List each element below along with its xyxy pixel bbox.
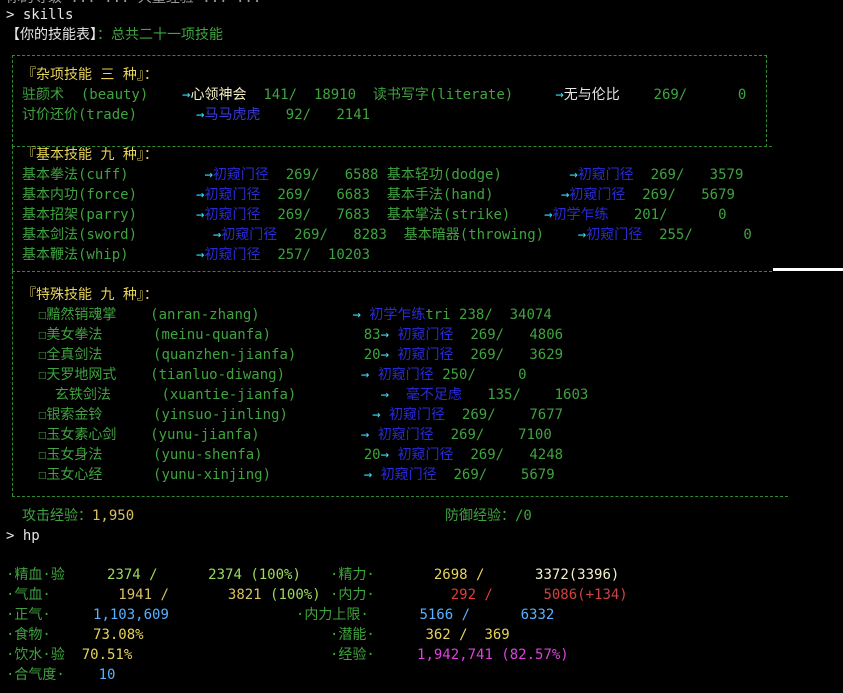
attack-exp: 攻击经验：1,950 bbox=[22, 508, 135, 524]
frame-top-line bbox=[12, 55, 767, 56]
hp-row-exp: ·经验· 1,942,741 (82.57%) bbox=[330, 647, 569, 663]
misc-row-2: 讨价还价(trade) →马马虎虎 92/ 2141 bbox=[22, 107, 371, 123]
frame-bottom-line bbox=[12, 496, 788, 497]
basic-row-3: 基本招架(parry) →初窥门径 269/ 7683 基本掌法(strike)… bbox=[22, 207, 727, 223]
basic-row-5: 基本鞭法(whip) →初窥门径 257/ 10203 bbox=[22, 247, 371, 263]
basic-skills-title: 『基本技能 九 种』： bbox=[22, 147, 158, 163]
hp-row-neili-max: ·内力上限· 5166 / 6332 bbox=[296, 607, 555, 623]
basic-row-1: 基本拳法(cuff) →初窥门径 269/ 6588 基本轻功(dodge) →… bbox=[22, 167, 744, 183]
basic-row-4: 基本剑法(sword) →初窥门径 269/ 8283 基本暗器(throwin… bbox=[22, 227, 752, 243]
hp-row-food: ·食物· 73.08% bbox=[6, 627, 144, 643]
basic-row-2: 基本内功(force) →初窥门径 269/ 6683 基本手法(hand) →… bbox=[22, 187, 735, 203]
misc-row-1: 驻颜术 (beauty) →心领神会 141/ 18910 读书写字(liter… bbox=[22, 87, 747, 103]
hp-row-zhengqi: ·正气· 1,103,609 bbox=[6, 607, 169, 623]
command-skills: > skills bbox=[6, 7, 74, 23]
special-row-2: ☐美女拳法 (meinu-quanfa) 83→ 初窥门径 269/ 4806 bbox=[38, 327, 564, 343]
hp-row-water: ·饮水·验 70.51% bbox=[6, 647, 133, 663]
scroll-marker bbox=[773, 268, 843, 271]
skills-summary: ：总共二十一项技能 bbox=[97, 27, 223, 43]
hp-row-neili: ·内力· 292 / 5086(+134) bbox=[330, 587, 628, 603]
special-row-8: ☐玉女身法 (yunu-shenfa) 20→ 初窥门径 269/ 4248 bbox=[38, 447, 564, 463]
special-skills-title: 『特殊技能 九 种』： bbox=[22, 287, 158, 303]
defense-exp: 防御经验：/0 bbox=[445, 508, 532, 524]
frame-left-2 bbox=[12, 146, 13, 271]
hp-row-qixue: ·气血· 1941 / 3821 (100%) bbox=[6, 587, 321, 603]
hp-row-jingli: ·精力· 2698 / 3372(3396) bbox=[330, 567, 620, 583]
special-row-7: ☐玉女素心剑 (yunu-jianfa) → 初窥门径 269/ 7100 bbox=[38, 427, 552, 443]
skills-title: 【你的技能表】 bbox=[6, 27, 97, 43]
hp-row-qianneng: ·潜能· 362 / 369 bbox=[330, 627, 510, 643]
frame-left-3 bbox=[12, 271, 13, 496]
hp-row-jingxue: ·精血·验 2374 / 2374 (100%) bbox=[6, 567, 301, 583]
hp-row-heqidu: ·合气度· 10 bbox=[6, 667, 116, 683]
command-hp: > hp bbox=[6, 528, 40, 544]
special-row-5: 玄铁剑法 (xuantie-jianfa) → 毫不足虑 135/ 1603 bbox=[54, 387, 589, 403]
misc-skills-title: 『杂项技能 三 种』： bbox=[22, 67, 158, 83]
special-row-4: ☐天罗地网式 (tianluo-diwang) → 初窥门径 250/ 0 bbox=[38, 367, 527, 383]
special-row-3: ☐全真剑法 (quanzhen-jianfa) 20→ 初窥门径 269/ 36… bbox=[38, 347, 564, 363]
special-row-1: ☐黯然销魂掌 (anran-zhang) → 初学乍练tri 238/ 3407… bbox=[38, 307, 552, 323]
special-row-9: ☐玉女心经 (yunu-xinjing) → 初窥门径 269/ 5679 bbox=[38, 467, 555, 483]
frame-divider-2 bbox=[12, 271, 772, 272]
special-row-6: ☐银索金铃 (yinsuo-jinling) → 初窥门径 269/ 7677 bbox=[38, 407, 564, 423]
frame-left-1 bbox=[12, 55, 13, 147]
skills-header: 【你的技能表】：总共二十一项技能 bbox=[6, 25, 223, 45]
frame-right-1 bbox=[766, 55, 767, 147]
